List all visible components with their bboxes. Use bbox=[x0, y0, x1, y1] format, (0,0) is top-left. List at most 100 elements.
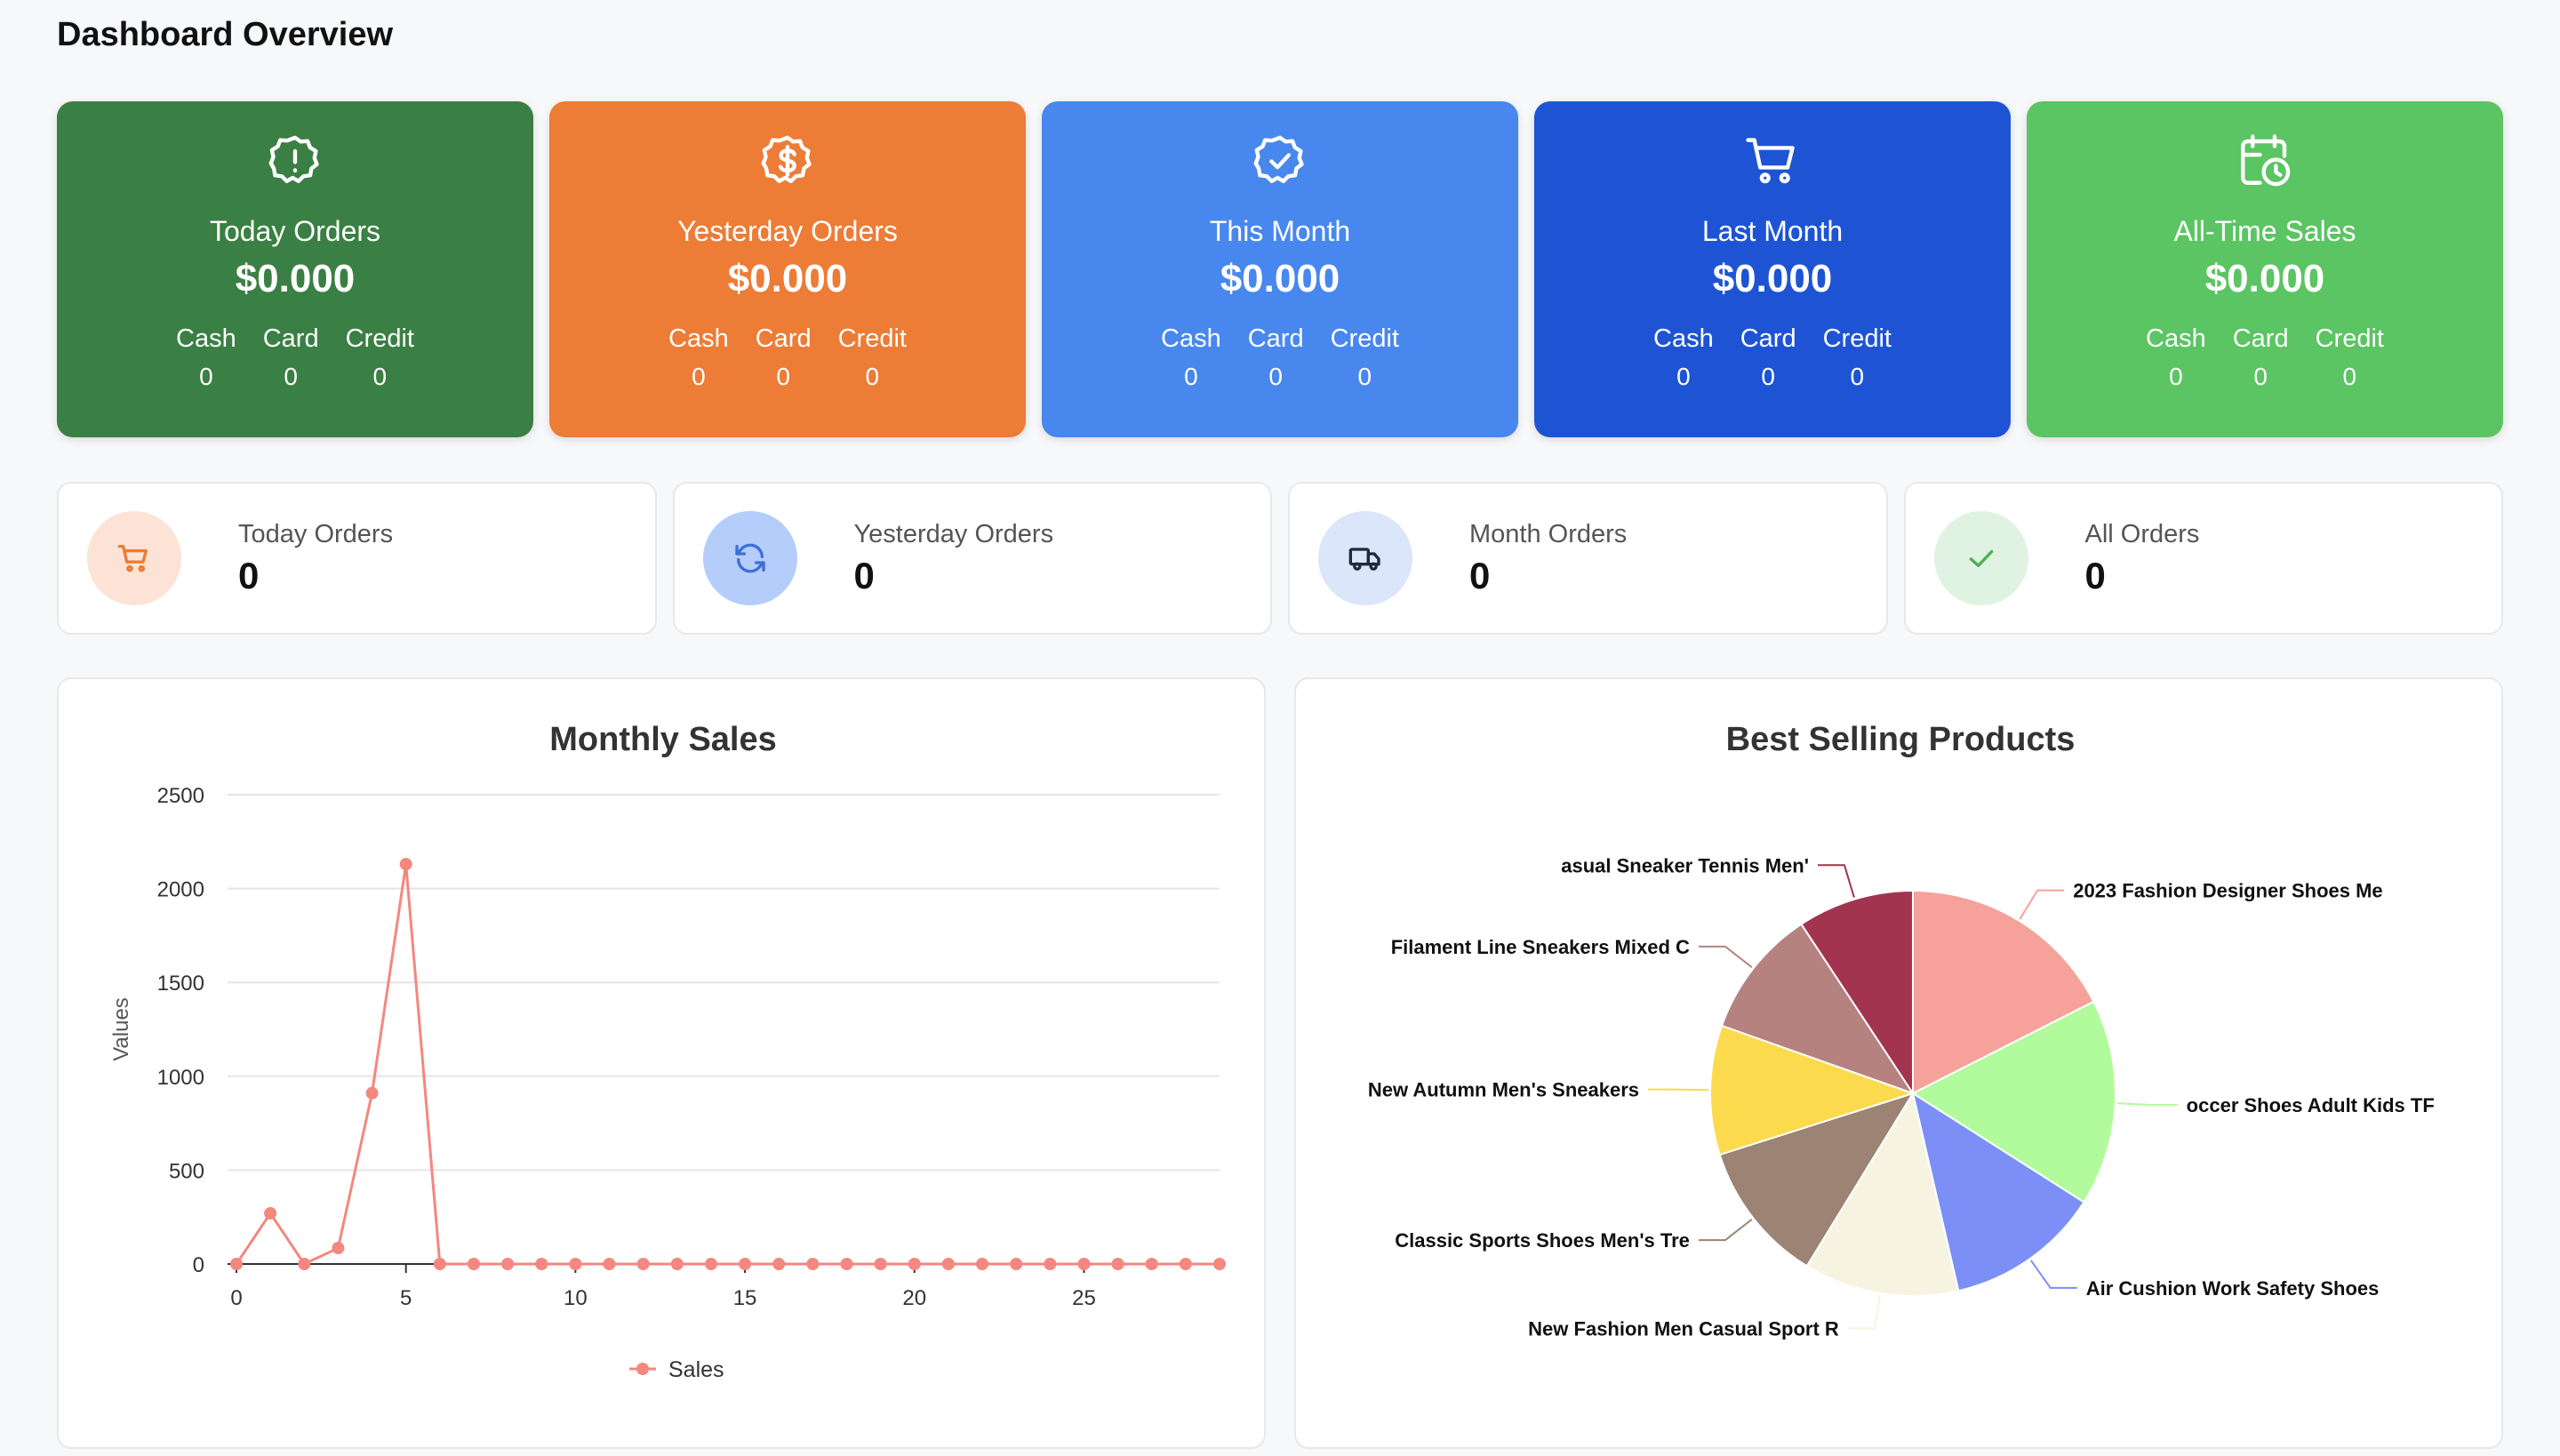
shopping-cart-icon bbox=[1743, 132, 1802, 190]
card-value: 0 bbox=[2253, 363, 2268, 390]
x-tick-label: 25 bbox=[1072, 1286, 1096, 1310]
credit-value: 0 bbox=[865, 363, 880, 390]
best-selling-chart: Best Selling Products 2023 Fashion Desig… bbox=[1368, 721, 2435, 1340]
stat-amount: $0.000 bbox=[1220, 257, 1340, 300]
sales-point[interactable] bbox=[230, 1258, 243, 1270]
sales-point[interactable] bbox=[467, 1258, 480, 1270]
x-tick-label: 15 bbox=[733, 1286, 757, 1310]
sales-point[interactable] bbox=[739, 1258, 752, 1270]
sales-point[interactable] bbox=[569, 1258, 582, 1270]
pie-slice-label: occer Shoes Adult Kids TF bbox=[2187, 1094, 2435, 1116]
chart-title: Monthly Sales bbox=[549, 721, 777, 758]
x-tick-label: 20 bbox=[902, 1286, 926, 1310]
pie-slice-label: Air Cushion Work Safety Shoes bbox=[2086, 1277, 2380, 1300]
count-label: Today Orders bbox=[238, 519, 394, 548]
count-card-yesterday-orders[interactable]: Yesterday Orders 0 bbox=[672, 482, 1272, 635]
stat-title: Yesterday Orders bbox=[677, 215, 898, 247]
stat-card-this-month[interactable]: This Month $0.000 Cash 0 Card 0 Credit 0 bbox=[1042, 101, 1518, 437]
check-badge-icon bbox=[1251, 132, 1309, 190]
card-label: Card bbox=[262, 324, 319, 353]
stat-card-today-orders[interactable]: Today Orders $0.000 Cash 0 Card 0 Credit 0 bbox=[57, 101, 533, 437]
count-value: 0 bbox=[2084, 554, 2106, 596]
legend-swatch-point bbox=[636, 1363, 649, 1375]
y-tick-label: 0 bbox=[193, 1253, 204, 1277]
count-card-today-orders[interactable]: Today Orders 0 bbox=[57, 482, 657, 635]
pie-slice-label: New Autumn Men's Sneakers bbox=[1368, 1079, 1639, 1101]
pie-leader-line bbox=[1648, 1088, 1709, 1092]
stat-amount: $0.000 bbox=[727, 257, 848, 300]
sales-point[interactable] bbox=[1111, 1258, 1124, 1270]
stat-amount: $0.000 bbox=[235, 257, 356, 300]
cash-value: 0 bbox=[1676, 363, 1691, 390]
count-label: Yesterday Orders bbox=[853, 519, 1054, 548]
payment-breakdown: Cash 0 Card 0 Credit 0 bbox=[2146, 324, 2384, 391]
sales-point[interactable] bbox=[636, 1258, 650, 1270]
sales-point[interactable] bbox=[1145, 1258, 1158, 1270]
sales-point[interactable] bbox=[365, 1086, 379, 1100]
stat-title: All-Time Sales bbox=[2173, 215, 2356, 247]
sales-point[interactable] bbox=[941, 1258, 955, 1270]
sales-point[interactable] bbox=[908, 1258, 921, 1270]
sales-point[interactable] bbox=[1010, 1258, 1023, 1270]
sales-point[interactable] bbox=[670, 1258, 684, 1270]
sales-point[interactable] bbox=[806, 1258, 820, 1270]
cash-value: 0 bbox=[692, 363, 706, 390]
sales-point[interactable] bbox=[535, 1258, 548, 1270]
sales-point[interactable] bbox=[433, 1258, 446, 1270]
card-label: Card bbox=[1740, 324, 1796, 353]
sales-point[interactable] bbox=[874, 1258, 887, 1270]
cash-label: Cash bbox=[668, 324, 729, 353]
stat-card-last-month[interactable]: Last Month $0.000 Cash 0 Card 0 Credit 0 bbox=[1534, 101, 2011, 437]
sales-point[interactable] bbox=[603, 1258, 616, 1270]
sales-point[interactable] bbox=[264, 1206, 277, 1220]
cart-icon bbox=[87, 511, 181, 605]
sales-point[interactable] bbox=[840, 1258, 853, 1270]
sales-point[interactable] bbox=[501, 1258, 515, 1270]
count-card-all-orders[interactable]: All Orders 0 bbox=[1903, 482, 2503, 635]
credit-value: 0 bbox=[1357, 363, 1372, 390]
x-tick-label: 0 bbox=[230, 1286, 242, 1310]
sales-point[interactable] bbox=[1213, 1258, 1226, 1270]
credit-value: 0 bbox=[2342, 363, 2357, 390]
stat-title: This Month bbox=[1209, 215, 1351, 247]
card-label: Card bbox=[755, 324, 812, 353]
cash-label: Cash bbox=[1161, 324, 1221, 353]
sales-point[interactable] bbox=[1077, 1258, 1091, 1270]
sales-point[interactable] bbox=[772, 1258, 786, 1270]
legend-label[interactable]: Sales bbox=[668, 1357, 724, 1382]
pie-leader-line bbox=[1847, 1294, 1881, 1330]
pie-slice-label: Classic Sports Shoes Men's Tre bbox=[1395, 1229, 1690, 1252]
count-card-month-orders[interactable]: Month Orders 0 bbox=[1288, 482, 1888, 635]
credit-label: Credit bbox=[345, 324, 414, 353]
pie-leader-line bbox=[2019, 889, 2065, 920]
credit-label: Credit bbox=[837, 324, 907, 353]
credit-value: 0 bbox=[1850, 363, 1865, 390]
stat-card-yesterday-orders[interactable]: Yesterday Orders $0.000 Cash 0 Card 0 Cred… bbox=[549, 101, 1026, 437]
cash-value: 0 bbox=[199, 363, 213, 390]
pie-slice-label: asual Sneaker Tennis Men' bbox=[1561, 854, 1809, 876]
sales-point[interactable] bbox=[399, 858, 412, 871]
sales-point[interactable] bbox=[704, 1258, 717, 1270]
stat-title: Today Orders bbox=[209, 215, 381, 247]
credit-label: Credit bbox=[1822, 324, 1892, 353]
pie-slice-label: 2023 Fashion Designer Shoes Me bbox=[2073, 880, 2382, 902]
sales-point[interactable] bbox=[976, 1258, 989, 1270]
chart-title: Best Selling Products bbox=[1726, 721, 2076, 758]
y-tick-label: 2500 bbox=[157, 784, 204, 808]
card-value: 0 bbox=[284, 363, 298, 390]
stat-amount: $0.000 bbox=[2204, 257, 2325, 300]
sales-point[interactable] bbox=[332, 1242, 345, 1255]
stat-card-all-time-sales[interactable]: All-Time Sales $0.000 Cash 0 Card 0 Credit… bbox=[2027, 101, 2503, 437]
card-label: Card bbox=[2232, 324, 2289, 353]
cash-label: Cash bbox=[176, 324, 236, 353]
cash-label: Cash bbox=[1653, 324, 1714, 353]
pie-slice-label: New Fashion Men Casual Sport R bbox=[1528, 1317, 1839, 1340]
sales-point[interactable] bbox=[1044, 1258, 1057, 1270]
card-value: 0 bbox=[776, 363, 790, 390]
count-value: 0 bbox=[1469, 554, 1491, 596]
sales-point[interactable] bbox=[298, 1258, 311, 1270]
cash-value: 0 bbox=[2169, 363, 2183, 390]
sales-point[interactable] bbox=[1179, 1258, 1192, 1270]
payment-breakdown: Cash 0 Card 0 Credit 0 bbox=[1653, 324, 1892, 391]
cash-value: 0 bbox=[1184, 363, 1198, 390]
